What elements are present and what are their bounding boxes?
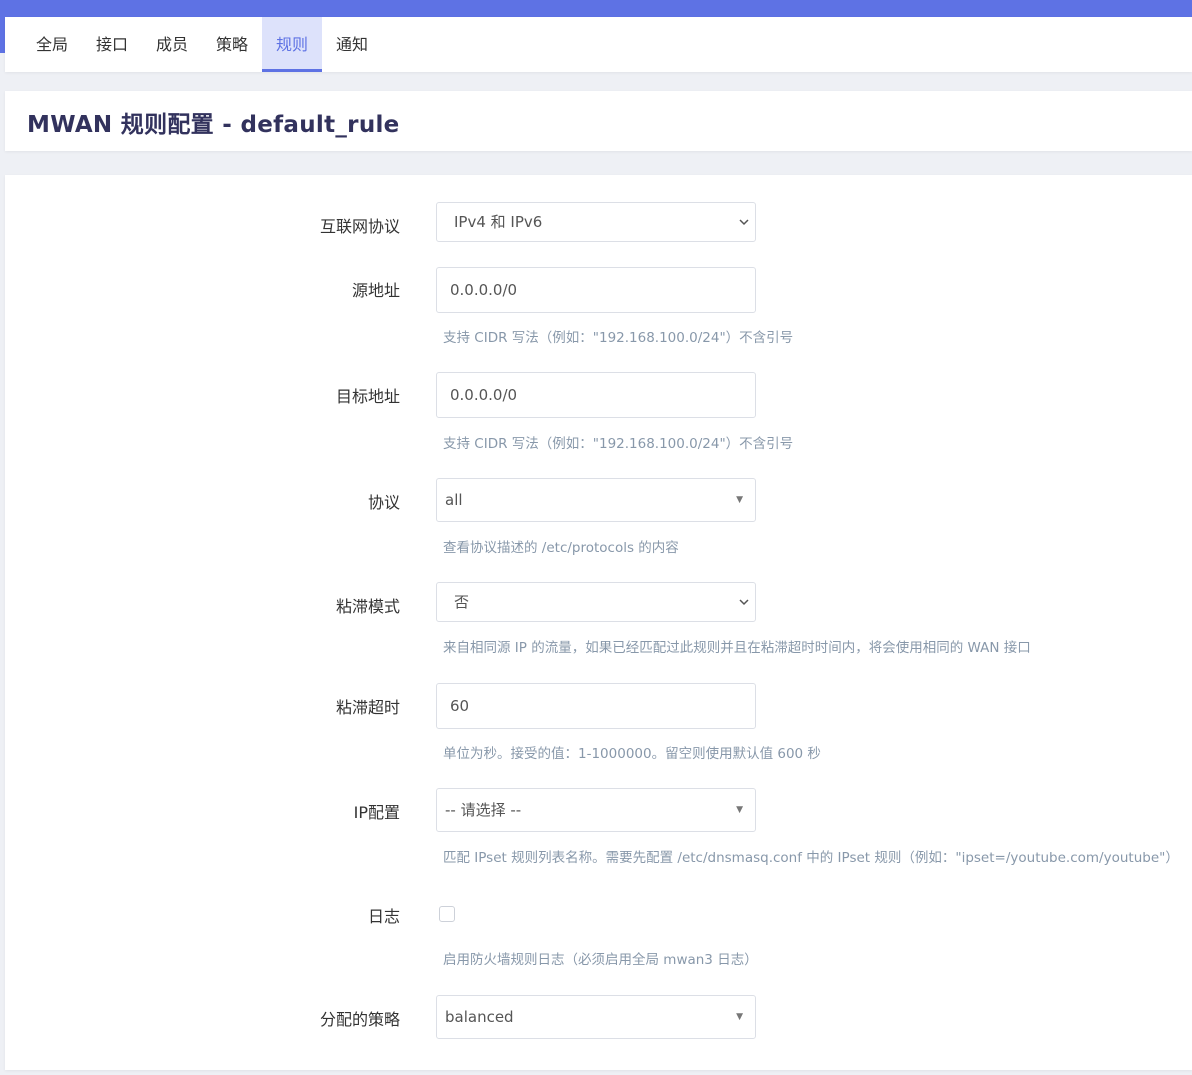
- dropdown-triangle-icon: ▼: [736, 1012, 743, 1022]
- proto-value: all: [445, 491, 463, 509]
- tab-interfaces[interactable]: 接口: [82, 17, 142, 72]
- chevron-down-icon: [739, 599, 749, 606]
- timeout-input[interactable]: 60: [436, 683, 756, 729]
- src-ip-label: 源地址: [351, 281, 400, 300]
- policy-label: 分配的策略: [319, 1010, 400, 1029]
- dest-ip-value: 0.0.0.0/0: [450, 386, 518, 404]
- tab-notify[interactable]: 通知: [322, 17, 382, 72]
- policy-value: balanced: [445, 1008, 514, 1026]
- dest-ip-help: 支持 CIDR 写法（例如："192.168.100.0/24"）不含引号: [443, 436, 794, 452]
- policy-combobox[interactable]: balanced ▼: [436, 995, 756, 1039]
- logging-checkbox[interactable]: [439, 906, 455, 922]
- tab-policies[interactable]: 策略: [202, 17, 262, 72]
- src-ip-value: 0.0.0.0/0: [450, 281, 518, 299]
- sticky-value: 否: [454, 593, 470, 611]
- ipset-combobox[interactable]: -- 请选择 -- ▼: [436, 788, 756, 832]
- dest-ip-input[interactable]: 0.0.0.0/0: [436, 372, 756, 418]
- title-card: MWAN 规则配置 - default_rule: [5, 91, 1192, 151]
- ipset-value: -- 请选择 --: [445, 801, 522, 819]
- sticky-help: 来自相同源 IP 的流量，如果已经匹配过此规则并且在粘滞超时时间内，将会使用相同…: [443, 640, 1031, 656]
- timeout-label: 粘滞超时: [335, 698, 400, 717]
- timeout-help: 单位为秒。接受的值：1-1000000。留空则使用默认值 600 秒: [443, 746, 821, 762]
- proto-help: 查看协议描述的 /etc/protocols 的内容: [443, 540, 679, 556]
- ipset-label: IP配置: [353, 803, 400, 822]
- tab-bar: 全局 接口 成员 策略 规则 通知: [5, 17, 1192, 72]
- family-label: 互联网协议: [319, 217, 400, 236]
- form-panel: 互联网协议 IPv4 和 IPv6 源地址 0.0.0.0/0 支持 CIDR …: [5, 175, 1192, 1070]
- sticky-label: 粘滞模式: [335, 597, 400, 616]
- proto-combobox[interactable]: all ▼: [436, 478, 756, 522]
- sticky-select[interactable]: 否: [436, 582, 756, 622]
- logging-label: 日志: [367, 907, 400, 926]
- chevron-down-icon: [739, 219, 749, 226]
- tab-global[interactable]: 全局: [22, 17, 82, 72]
- logging-help: 启用防火墙规则日志（必须启用全局 mwan3 日志）: [443, 952, 758, 968]
- tab-rules[interactable]: 规则: [262, 17, 322, 72]
- page-title: MWAN 规则配置 - default_rule: [27, 112, 400, 138]
- src-ip-input[interactable]: 0.0.0.0/0: [436, 267, 756, 313]
- proto-label: 协议: [367, 493, 400, 512]
- tab-members[interactable]: 成员: [142, 17, 202, 72]
- dropdown-triangle-icon: ▼: [736, 495, 743, 505]
- dest-ip-label: 目标地址: [335, 387, 400, 406]
- src-ip-help: 支持 CIDR 写法（例如："192.168.100.0/24"）不含引号: [443, 330, 794, 346]
- ipset-help: 匹配 IPset 规则列表名称。需要先配置 /etc/dnsmasq.conf …: [443, 850, 1179, 866]
- dropdown-triangle-icon: ▼: [736, 805, 743, 815]
- family-select[interactable]: IPv4 和 IPv6: [436, 202, 756, 242]
- family-value: IPv4 和 IPv6: [454, 213, 543, 231]
- top-header-bar: [0, 0, 1192, 17]
- timeout-value: 60: [450, 697, 470, 715]
